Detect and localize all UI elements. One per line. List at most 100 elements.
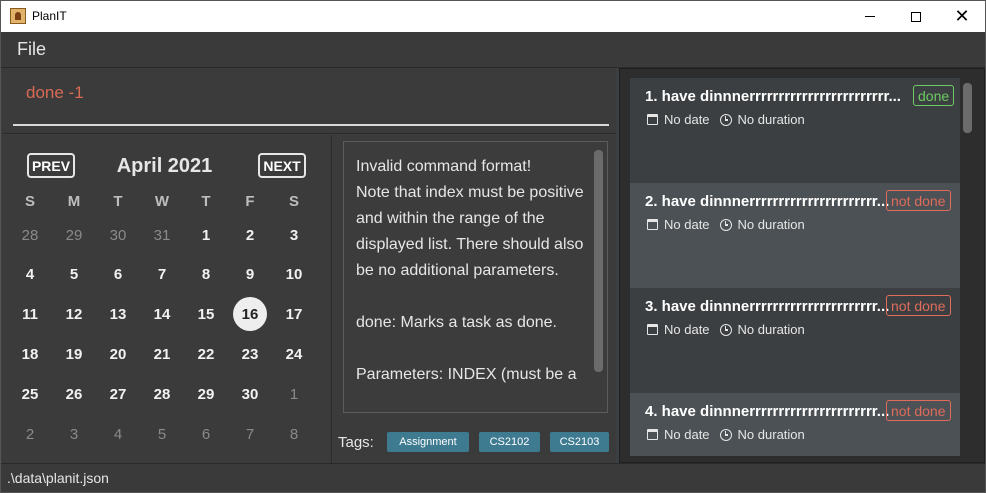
calendar-day[interactable]: 29 — [189, 377, 223, 411]
calendar-weekday-header: T — [113, 193, 123, 210]
calendar-day[interactable]: 2 — [233, 218, 267, 252]
calendar-day[interactable]: 13 — [101, 297, 135, 331]
calendar-day[interactable]: 5 — [145, 417, 179, 451]
calendar-day[interactable]: 7 — [145, 257, 179, 291]
task-status-badge: not done — [886, 190, 951, 211]
calendar-day[interactable]: 3 — [277, 218, 311, 252]
task-list-panel: 1. have dinnnerrrrrrrrrrrrrrrrrrrrrrrr..… — [619, 68, 985, 463]
calendar-day[interactable]: 28 — [145, 377, 179, 411]
calendar-day[interactable]: 27 — [101, 377, 135, 411]
clock-icon — [719, 428, 732, 441]
clock-icon — [719, 113, 732, 126]
calendar-day[interactable]: 8 — [189, 257, 223, 291]
calendar-day[interactable]: 20 — [101, 337, 135, 371]
tags-bar: Tags: Assignment CS2102 CS2103 — [333, 421, 616, 463]
clock-icon — [719, 323, 732, 336]
calendar-weekday-header: S — [24, 193, 35, 210]
task-date: No date — [664, 322, 710, 337]
calendar-day[interactable]: 14 — [145, 297, 179, 331]
minimize-button[interactable] — [847, 1, 893, 32]
calendar-day[interactable]: 23 — [233, 337, 267, 371]
calendar-day[interactable]: 30 — [233, 377, 267, 411]
task-date: No date — [664, 427, 710, 442]
calendar-day[interactable]: 12 — [57, 297, 91, 331]
command-input[interactable]: done -1 — [26, 83, 84, 103]
calendar-day[interactable]: 5 — [57, 257, 91, 291]
status-bar: .\data\planit.json — [1, 463, 985, 492]
calendar-panel: PREV April 2021 NEXT S M T W T F S 28 29 30 31 1 2 3 4… — [2, 135, 332, 463]
calendar-day[interactable]: 21 — [145, 337, 179, 371]
task-list: 1. have dinnnerrrrrrrrrrrrrrrrrrrrrrrr..… — [630, 78, 960, 456]
calendar-day[interactable]: 9 — [233, 257, 267, 291]
command-box[interactable]: done -1 — [2, 68, 616, 134]
calendar-weekday-header: M — [67, 193, 81, 210]
result-scrollbar[interactable] — [594, 150, 603, 372]
tag-cs2102[interactable]: CS2102 — [479, 432, 540, 452]
calendar-day[interactable]: 28 — [13, 218, 47, 252]
calendar-day[interactable]: 29 — [57, 218, 91, 252]
calendar-day[interactable]: 4 — [13, 257, 47, 291]
title-bar[interactable]: PlanIT ✕ — [1, 1, 985, 32]
task-duration: No duration — [737, 322, 805, 337]
window-title: PlanIT — [32, 9, 67, 23]
calendar-day[interactable]: 3 — [57, 417, 91, 451]
close-button[interactable]: ✕ — [939, 1, 985, 32]
close-icon: ✕ — [954, 6, 970, 26]
calendar-icon — [647, 219, 658, 230]
clock-icon — [719, 218, 732, 231]
task-duration: No duration — [737, 427, 805, 442]
calendar-day[interactable]: 25 — [13, 377, 47, 411]
calendar-day[interactable]: 17 — [277, 297, 311, 331]
calendar-day[interactable]: 16 — [233, 297, 267, 331]
task-card[interactable]: 2. have dinnnerrrrrrrrrrrrrrrrrrrrrr... … — [630, 183, 960, 288]
calendar-day[interactable]: 15 — [189, 297, 223, 331]
task-card[interactable]: 1. have dinnnerrrrrrrrrrrrrrrrrrrrrrrr..… — [630, 78, 960, 183]
calendar-day[interactable]: 2 — [13, 417, 47, 451]
calendar-day[interactable]: 24 — [277, 337, 311, 371]
calendar-day[interactable]: 7 — [233, 417, 267, 451]
calendar-day[interactable]: 19 — [57, 337, 91, 371]
calendar-day[interactable]: 8 — [277, 417, 311, 451]
menu-file[interactable]: File — [17, 39, 46, 60]
command-underline — [13, 124, 609, 126]
maximize-icon — [911, 11, 921, 22]
calendar-day[interactable]: 4 — [101, 417, 135, 451]
calendar-day[interactable]: 31 — [145, 218, 179, 252]
calendar-day[interactable]: 6 — [101, 257, 135, 291]
task-duration: No duration — [737, 112, 805, 127]
task-title: 2. have dinnnerrrrrrrrrrrrrrrrrrrrrr... — [645, 193, 890, 210]
task-title: 4. have dinnnerrrrrrrrrrrrrrrrrrrrrr... — [645, 403, 890, 420]
calendar-day[interactable]: 26 — [57, 377, 91, 411]
calendar-weekday-header: W — [154, 193, 170, 210]
result-display-panel: Invalid command format! Note that index … — [333, 135, 616, 421]
calendar-weekday-header: S — [288, 193, 299, 210]
calendar-weekday-header: F — [245, 193, 255, 210]
tag-cs2103[interactable]: CS2103 — [550, 432, 609, 452]
calendar-icon — [647, 429, 658, 440]
task-status-badge: done — [913, 85, 955, 106]
task-status-badge: not done — [886, 295, 951, 316]
calendar-day[interactable]: 1 — [189, 218, 223, 252]
task-card[interactable]: 3. have dinnnerrrrrrrrrrrrrrrrrrrrrr... … — [630, 288, 960, 393]
calendar-prev-button[interactable]: PREV — [27, 153, 75, 178]
calendar-month-title: April 2021 — [116, 155, 213, 177]
calendar-day[interactable]: 22 — [189, 337, 223, 371]
task-card[interactable]: 4. have dinnnerrrrrrrrrrrrrrrrrrrrrr... … — [630, 393, 960, 456]
calendar-day[interactable]: 30 — [101, 218, 135, 252]
task-meta: No date No duration — [647, 427, 805, 442]
calendar-next-button[interactable]: NEXT — [258, 153, 306, 178]
calendar-day[interactable]: 1 — [277, 377, 311, 411]
task-date: No date — [664, 112, 710, 127]
calendar-icon — [647, 324, 658, 335]
calendar-day[interactable]: 11 — [13, 297, 47, 331]
tag-assignment[interactable]: Assignment — [387, 432, 469, 452]
calendar-day[interactable]: 10 — [277, 257, 311, 291]
task-list-scrollbar[interactable] — [963, 83, 972, 133]
calendar-day[interactable]: 18 — [13, 337, 47, 371]
maximize-button[interactable] — [893, 1, 939, 32]
menu-bar: File — [1, 32, 985, 68]
task-meta: No date No duration — [647, 322, 805, 337]
result-display[interactable]: Invalid command format! Note that index … — [343, 141, 608, 413]
calendar-day[interactable]: 6 — [189, 417, 223, 451]
task-meta: No date No duration — [647, 217, 805, 232]
